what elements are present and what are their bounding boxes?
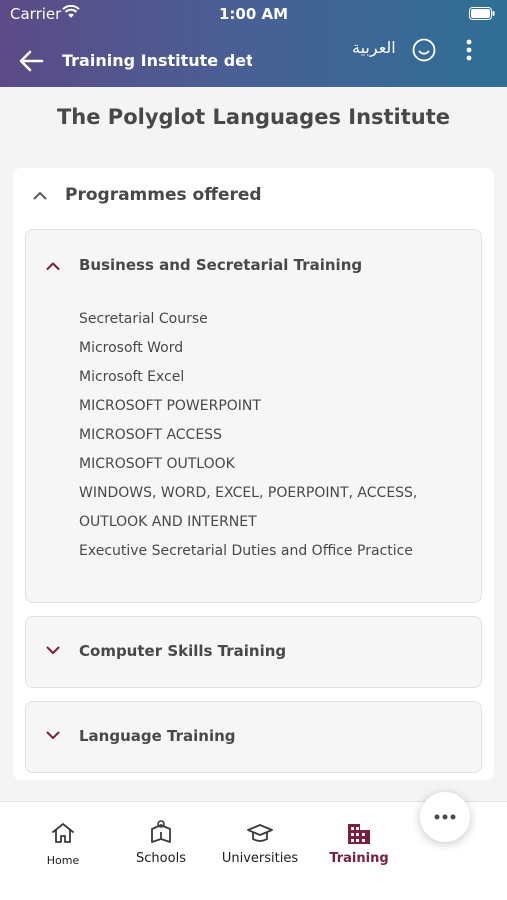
category-title: Computer Skills Training [79,642,287,660]
home-icon [52,823,74,843]
building-icon [348,824,370,844]
graduation-cap-icon [247,824,273,842]
program-item: Executive Secretarial Duties and Office … [79,543,413,559]
more-vert-icon[interactable] [463,38,475,62]
program-item: MICROSOFT POWERPOINT [79,398,261,414]
more-horiz-icon [434,814,456,820]
status-time: 1:00 AM [218,5,289,23]
battery-icon [469,7,495,20]
program-item: MICROSOFT ACCESS [79,427,222,443]
nav-schools[interactable]: Schools [116,820,206,866]
category-language-training: Language Training [25,701,482,773]
category-header[interactable]: Computer Skills Training [26,617,481,687]
chevron-down-icon [46,646,60,654]
program-item: Secretarial Course [79,311,208,327]
back-arrow-icon[interactable] [18,49,44,73]
nav-label: Home [46,854,80,867]
nav-home[interactable]: Home [18,820,108,867]
category-business-secretarial: Business and Secretarial Training Secret… [25,229,482,603]
program-item: WINDOWS, WORD, EXCEL, POERPOINT, ACCESS, [79,485,418,501]
chevron-up-icon [46,262,60,270]
nav-label: Universities [221,851,299,866]
status-bar: Carrier 1:00 AM [0,0,507,28]
programmes-section-header[interactable]: Programmes offered [13,168,494,224]
category-header[interactable]: Business and Secretarial Training [26,230,481,300]
page-title: Training Institute deta... [62,51,252,70]
program-item: MICROSOFT OUTLOOK [79,456,235,472]
category-computer-skills: Computer Skills Training [25,616,482,688]
app-header: Carrier 1:00 AM Training Institute deta.… [0,0,507,87]
nav-label: Training [329,851,389,866]
school-icon [151,820,171,843]
nav-label: Schools [136,851,186,866]
category-title: Business and Secretarial Training [79,256,363,274]
program-item: Microsoft Word [79,340,184,356]
program-item: OUTLOOK AND INTERNET [79,514,257,530]
programmes-card: Programmes offered Business and Secretar… [13,168,494,780]
language-toggle[interactable]: العربية [352,38,396,57]
chevron-up-icon [33,192,47,200]
chevron-down-icon [46,731,60,739]
nav-training[interactable]: Training [314,820,404,866]
category-header[interactable]: Language Training [26,702,481,772]
more-options-button[interactable] [420,792,470,842]
institute-name: The Polyglot Languages Institute [56,105,451,129]
category-title: Language Training [79,727,236,745]
program-item: Microsoft Excel [79,369,185,385]
smile-icon[interactable] [412,38,436,62]
program-list: Secretarial Course Microsoft Word Micros… [79,305,474,566]
programmes-title: Programmes offered [65,185,262,205]
nav-universities[interactable]: Universities [215,820,305,866]
